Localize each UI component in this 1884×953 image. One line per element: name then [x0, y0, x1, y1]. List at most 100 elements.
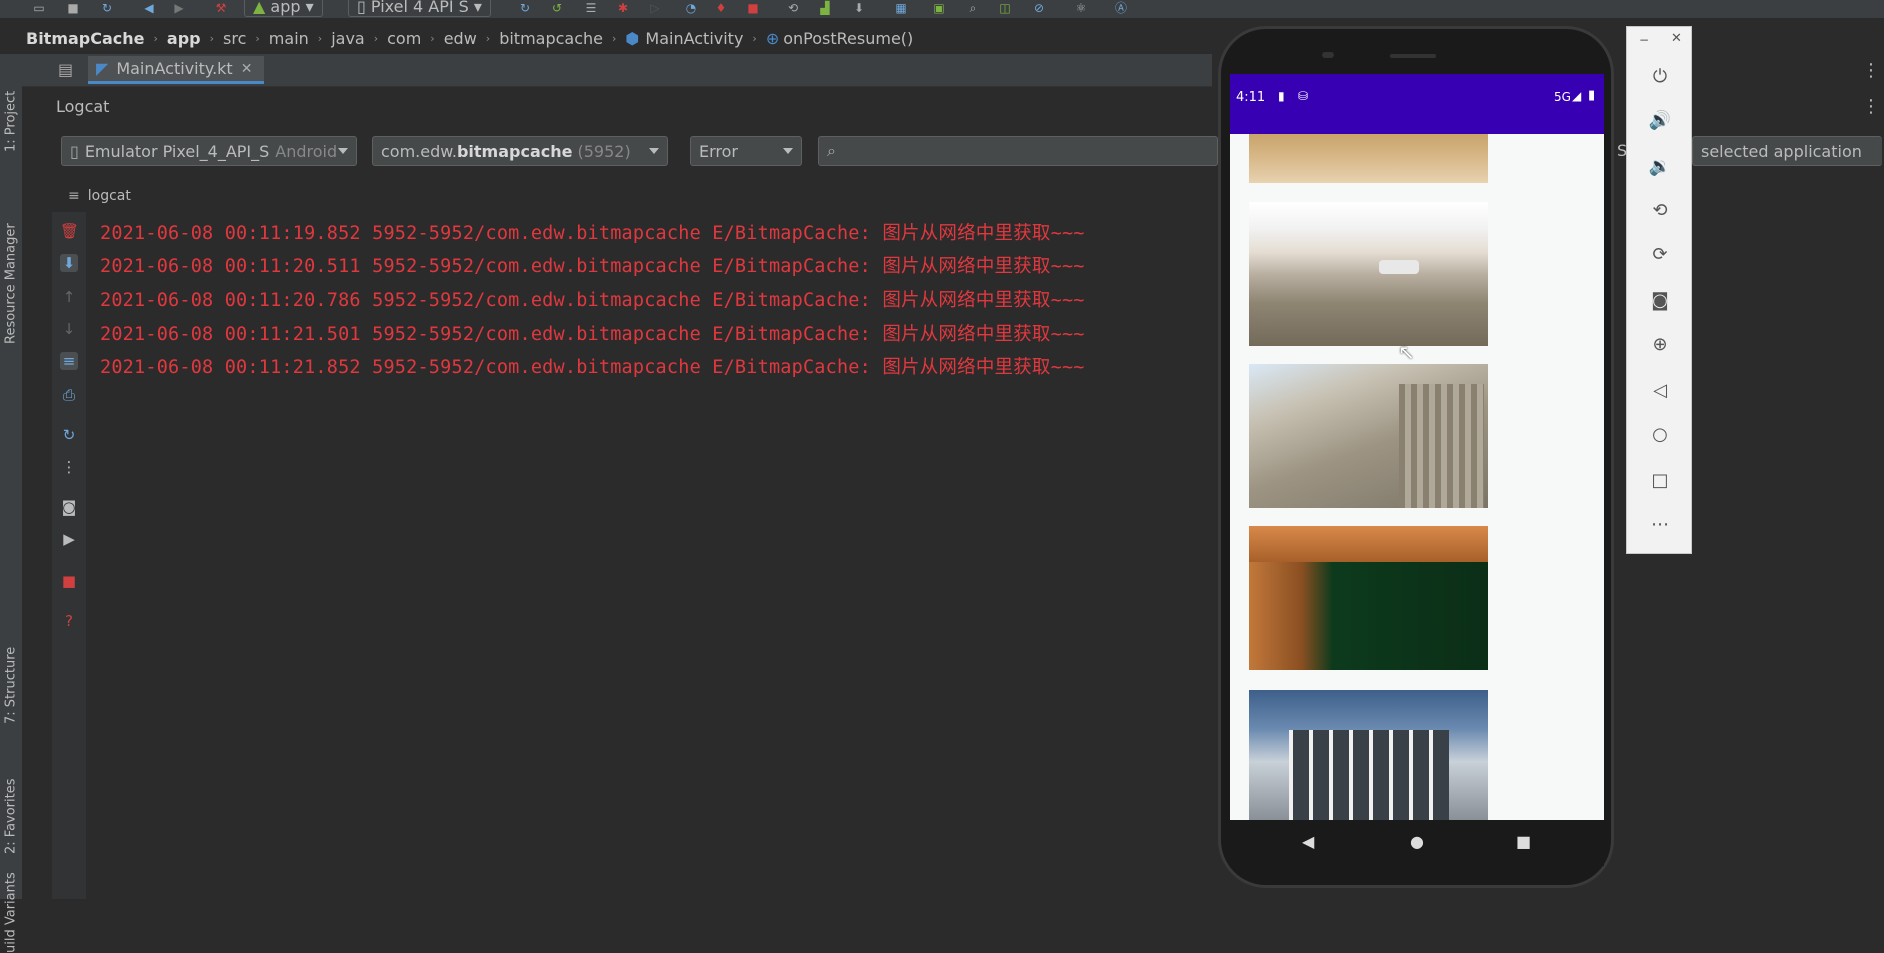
power-save-icon[interactable]: ⊘: [1032, 1, 1046, 15]
rotate-left-icon[interactable]: ⟲: [1648, 199, 1672, 223]
volume-down-icon[interactable]: 🔉: [1648, 155, 1672, 179]
camera-notch: [1322, 52, 1334, 58]
breadcrumb-class[interactable]: MainActivity: [645, 29, 743, 48]
list-image[interactable]: [1249, 526, 1488, 670]
logcat-panel-title: Logcat: [56, 97, 110, 116]
breadcrumb-edw[interactable]: edw: [444, 29, 477, 48]
debug-icon[interactable]: ✱: [616, 1, 630, 15]
down-icon[interactable]: ↓: [60, 320, 78, 338]
device-icon: ▯: [70, 141, 79, 161]
layout-inspector-icon[interactable]: ▦: [894, 1, 908, 15]
volume-up-icon[interactable]: 🔊: [1648, 109, 1672, 133]
breadcrumb-java[interactable]: java: [331, 29, 365, 48]
breadcrumb-package[interactable]: bitmapcache: [499, 29, 603, 48]
open-icon[interactable]: ▭: [32, 1, 46, 15]
device-dropdown[interactable]: ▯ Pixel 4 API S ▾: [348, 0, 491, 17]
logcat-options-icon[interactable]: ⋮: [1862, 96, 1880, 117]
breadcrumb: BitmapCache › app › src › main › java › com › …: [26, 26, 913, 50]
breadcrumb-src[interactable]: src: [223, 29, 246, 48]
minimize-icon[interactable]: −: [1639, 33, 1649, 47]
resource-manager-tab[interactable]: Resource Manager: [0, 223, 22, 344]
soft-wrap-icon[interactable]: ≡: [60, 352, 78, 370]
close-tab-icon[interactable]: ✕: [241, 61, 253, 77]
home-icon[interactable]: ○: [1648, 423, 1672, 447]
list-image[interactable]: [1249, 202, 1488, 346]
process-select[interactable]: com.edw. bitmapcache (5952): [372, 136, 668, 166]
terminate-icon[interactable]: ■: [60, 572, 78, 590]
project-tool-label: 1: Project: [3, 90, 19, 152]
forward-arrow-icon[interactable]: ▶: [172, 1, 186, 15]
favorites-tool-label: 2: Favorites: [3, 778, 19, 854]
favorites-tool-tab[interactable]: 2: Favorites: [0, 754, 22, 854]
sdk-manager-icon[interactable]: ⬇: [852, 1, 866, 15]
list-image[interactable]: [1249, 364, 1488, 508]
build-hammer-icon[interactable]: ⚒: [214, 1, 228, 15]
nav-back-icon[interactable]: ◀: [1302, 832, 1314, 851]
terminal-icon[interactable]: ▣: [932, 1, 946, 15]
rotate-right-icon[interactable]: ⟳: [1648, 243, 1672, 267]
log-level-select[interactable]: Error: [690, 136, 802, 166]
profile-icon[interactable]: ◔: [684, 1, 698, 15]
class-icon: ⬢: [625, 28, 640, 48]
close-icon[interactable]: ✕: [1671, 31, 1682, 46]
screenshot-icon[interactable]: ◙: [60, 498, 78, 516]
search-everywhere-icon[interactable]: ⌕: [966, 1, 980, 15]
build-variants-tab[interactable]: uild Variants: [0, 872, 22, 953]
screen-record-icon[interactable]: ▶: [60, 530, 78, 548]
stop-icon[interactable]: ■: [746, 1, 760, 15]
restart-icon[interactable]: ↻: [60, 426, 78, 444]
nav-overview-icon[interactable]: ■: [1516, 832, 1531, 851]
breadcrumb-main[interactable]: main: [269, 29, 309, 48]
run-list-icon[interactable]: ☰: [584, 1, 598, 15]
project-tool-tab[interactable]: 1: Project: [0, 62, 22, 152]
nav-home-icon[interactable]: ●: [1410, 832, 1424, 851]
emulator-screen[interactable]: 4:11 ▮ ⛁ 5G ◢ ▮: [1230, 74, 1604, 820]
filter-config-select[interactable]: selected application: [1692, 136, 1882, 166]
zoom-icon[interactable]: ⊕: [1648, 333, 1672, 357]
breadcrumb-module[interactable]: app: [167, 29, 201, 48]
translate-icon[interactable]: Ⓐ: [1114, 1, 1128, 15]
breadcrumb-project[interactable]: BitmapCache: [26, 29, 145, 48]
back-arrow-icon[interactable]: ◀: [142, 1, 156, 15]
list-image[interactable]: [1249, 134, 1488, 183]
breadcrumb-separator: ›: [752, 31, 757, 45]
list-image[interactable]: [1249, 690, 1488, 820]
plugin-icon[interactable]: ⚛: [1074, 1, 1088, 15]
print-icon[interactable]: ⎙: [60, 386, 78, 404]
structure-tool-label: 7: Structure: [3, 646, 19, 724]
apply-changes-icon[interactable]: ↻: [518, 1, 532, 15]
device-select[interactable]: ▯ Emulator Pixel_4_API_S Android: [61, 136, 357, 166]
sd-card-icon: ▮: [1278, 89, 1285, 103]
logcat-search-input[interactable]: ⌕: [818, 136, 1218, 166]
help-icon[interactable]: ?: [60, 612, 78, 630]
attach-debugger-icon[interactable]: ♦: [714, 1, 728, 15]
sync-icon[interactable]: ↻: [100, 1, 114, 15]
back-icon[interactable]: ◁: [1648, 379, 1672, 403]
more-icon[interactable]: ⋯: [1648, 513, 1672, 537]
run-config-dropdown[interactable]: ▲ app ▾: [244, 0, 323, 17]
avd-manager-icon[interactable]: ▟: [818, 1, 832, 15]
run-icon[interactable]: ▷: [648, 1, 662, 15]
overview-icon[interactable]: □: [1648, 469, 1672, 493]
apply-code-changes-icon[interactable]: ↺: [550, 1, 564, 15]
process-prefix: com.edw.: [381, 141, 457, 161]
folder-icon[interactable]: ▤: [58, 60, 73, 79]
clear-logcat-icon[interactable]: 🗑: [60, 222, 79, 240]
up-icon[interactable]: ↑: [60, 288, 78, 306]
more-vertical-icon[interactable]: ⋮: [60, 458, 78, 476]
breadcrumb-method[interactable]: onPostResume(): [783, 29, 913, 48]
image-detail: [1289, 730, 1449, 820]
scroll-to-end-icon[interactable]: ⬇: [60, 254, 78, 272]
power-icon[interactable]: ⏻: [1648, 65, 1672, 89]
device-select-name: Emulator Pixel_4_API_S: [84, 141, 270, 161]
camera-icon[interactable]: ◙: [1648, 289, 1672, 313]
logcat-sub-tab[interactable]: ≡ logcat: [68, 188, 131, 204]
emulator-control-panel: − ✕ ⏻ 🔊 🔉 ⟲ ⟳ ◙ ⊕ ◁ ○ □ ⋯: [1626, 26, 1692, 554]
sync-gradle-icon[interactable]: ⟲: [786, 1, 800, 15]
save-icon[interactable]: ■: [66, 1, 80, 15]
breadcrumb-com[interactable]: com: [387, 29, 421, 48]
profiler-icon[interactable]: ◫: [998, 1, 1012, 15]
more-options-icon[interactable]: ⋮: [1862, 60, 1880, 81]
structure-tool-tab[interactable]: 7: Structure: [0, 634, 22, 724]
editor-tab-mainactivity[interactable]: ◤ MainActivity.kt ✕: [88, 56, 265, 84]
